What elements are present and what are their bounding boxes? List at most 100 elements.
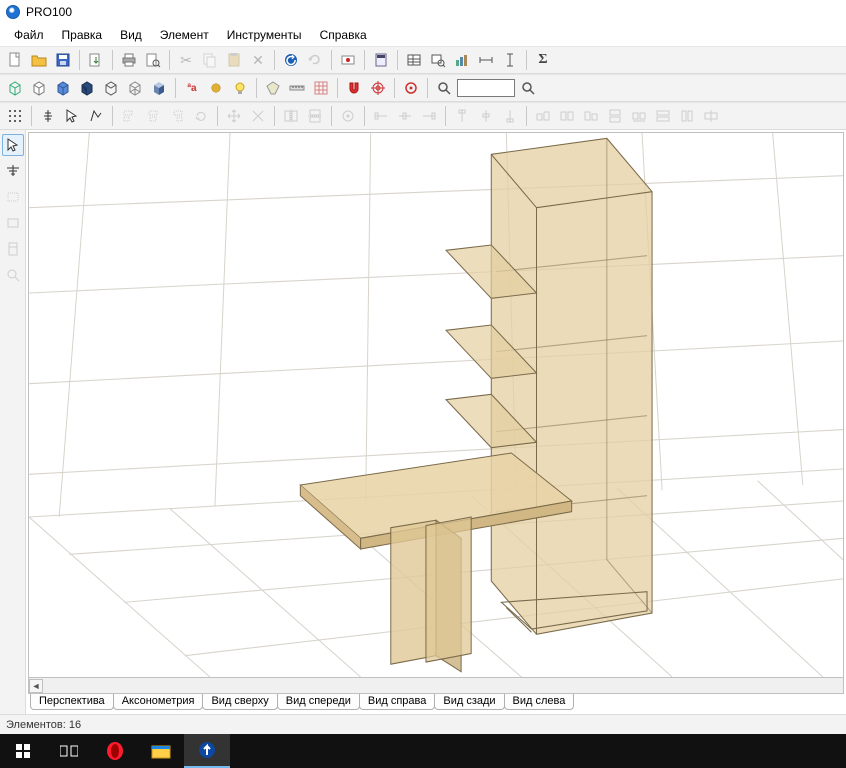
rect2-tool-icon[interactable] xyxy=(2,212,24,234)
mirror-h-icon[interactable] xyxy=(280,105,302,127)
snap-b3-icon[interactable] xyxy=(580,105,602,127)
magnifier2-icon[interactable] xyxy=(517,77,539,99)
ruler-icon[interactable] xyxy=(286,77,308,99)
distrib-h3-icon[interactable] xyxy=(418,105,440,127)
distrib-v1-icon[interactable] xyxy=(451,105,473,127)
table-icon[interactable] xyxy=(403,49,425,71)
panel-tool-icon[interactable] xyxy=(2,238,24,260)
sigma-icon[interactable]: Σ xyxy=(532,49,554,71)
wire-cube-icon[interactable] xyxy=(4,77,26,99)
tab-back-view[interactable]: Вид сзади xyxy=(434,694,504,710)
undo-icon[interactable] xyxy=(280,49,302,71)
distrib-v3-icon[interactable] xyxy=(499,105,521,127)
align-icon[interactable] xyxy=(37,105,59,127)
redo-icon[interactable] xyxy=(304,49,326,71)
snap-b1-icon[interactable] xyxy=(532,105,554,127)
align-right-icon[interactable] xyxy=(166,105,188,127)
horizontal-scrollbar[interactable]: ◄ xyxy=(28,678,844,694)
cut-icon[interactable]: ✂ xyxy=(175,49,197,71)
snap-grid-icon[interactable] xyxy=(4,105,26,127)
select-tool-icon[interactable] xyxy=(2,134,24,156)
rotate-icon[interactable] xyxy=(190,105,212,127)
new-file-icon[interactable] xyxy=(4,49,26,71)
rect-tool-icon[interactable] xyxy=(2,186,24,208)
taskbar-pro100-icon[interactable] xyxy=(184,734,230,768)
menu-help[interactable]: Справка xyxy=(312,26,375,44)
taskbar-opera-icon[interactable] xyxy=(92,734,138,768)
import-icon[interactable] xyxy=(85,49,107,71)
distrib-v2-icon[interactable] xyxy=(475,105,497,127)
grid-icon[interactable] xyxy=(310,77,332,99)
gold-dot-icon[interactable] xyxy=(205,77,227,99)
snap-b2-icon[interactable] xyxy=(556,105,578,127)
poly-icon[interactable] xyxy=(85,105,107,127)
menu-element[interactable]: Элемент xyxy=(152,26,217,44)
tag-icon[interactable] xyxy=(262,77,284,99)
bulb-icon[interactable] xyxy=(229,77,251,99)
paste-icon[interactable] xyxy=(223,49,245,71)
tab-axonometry[interactable]: Аксонометрия xyxy=(113,694,204,710)
circle-target-icon[interactable] xyxy=(400,77,422,99)
zoom-table-icon[interactable] xyxy=(427,49,449,71)
zoom-tool-icon[interactable] xyxy=(2,264,24,286)
menu-edit[interactable]: Правка xyxy=(54,26,111,44)
cube-outline-icon[interactable] xyxy=(28,77,50,99)
left-toolbar xyxy=(0,130,26,714)
viewport-3d[interactable] xyxy=(28,132,844,678)
menu-view[interactable]: Вид xyxy=(112,26,150,44)
task-view-button[interactable] xyxy=(46,734,92,768)
scroll-left-icon[interactable]: ◄ xyxy=(29,679,43,693)
search-input[interactable] xyxy=(457,79,515,97)
separator xyxy=(364,106,365,126)
tab-right-view[interactable]: Вид справа xyxy=(359,694,436,710)
print-icon[interactable] xyxy=(118,49,140,71)
separator xyxy=(274,106,275,126)
distrib-h2-icon[interactable] xyxy=(394,105,416,127)
taskbar-explorer-icon[interactable] xyxy=(138,734,184,768)
tab-top-view[interactable]: Вид сверху xyxy=(202,694,277,710)
move-diag-icon[interactable] xyxy=(247,105,269,127)
magnifier-icon[interactable] xyxy=(433,77,455,99)
align-left-icon[interactable] xyxy=(118,105,140,127)
cube-dark-icon[interactable] xyxy=(76,77,98,99)
target-icon[interactable] xyxy=(367,77,389,99)
separator xyxy=(331,106,332,126)
mirror-v-icon[interactable] xyxy=(304,105,326,127)
text-label-icon[interactable]: ªa xyxy=(181,77,203,99)
light-tool-icon[interactable] xyxy=(2,160,24,182)
snap-b6-icon[interactable] xyxy=(652,105,674,127)
tab-perspective[interactable]: Перспектива xyxy=(30,694,114,710)
arrow-cursor-icon[interactable] xyxy=(61,105,83,127)
save-icon[interactable] xyxy=(52,49,74,71)
copy-icon[interactable] xyxy=(199,49,221,71)
snap-b5-icon[interactable] xyxy=(628,105,650,127)
snap-b7-icon[interactable] xyxy=(676,105,698,127)
menu-file[interactable]: Файл xyxy=(6,26,52,44)
cube-wire2-icon[interactable] xyxy=(124,77,146,99)
move-cross-icon[interactable] xyxy=(223,105,245,127)
snap-b8-icon[interactable] xyxy=(700,105,722,127)
magnet-icon[interactable] xyxy=(343,77,365,99)
align-center-icon[interactable] xyxy=(142,105,164,127)
record-icon[interactable] xyxy=(337,49,359,71)
separator xyxy=(364,50,365,70)
menu-tools[interactable]: Инструменты xyxy=(219,26,310,44)
cube-open-icon[interactable] xyxy=(100,77,122,99)
dimension-h-icon[interactable] xyxy=(475,49,497,71)
separator xyxy=(331,50,332,70)
tab-left-view[interactable]: Вид слева xyxy=(504,694,575,710)
cube-shade-icon[interactable] xyxy=(148,77,170,99)
open-folder-icon[interactable] xyxy=(28,49,50,71)
status-label: Элементов: xyxy=(6,719,66,731)
snap-b4-icon[interactable] xyxy=(604,105,626,127)
dimension-v-icon[interactable] xyxy=(499,49,521,71)
print-preview-icon[interactable] xyxy=(142,49,164,71)
cube-blue-icon[interactable] xyxy=(52,77,74,99)
tab-front-view[interactable]: Вид спереди xyxy=(277,694,360,710)
calculator-icon[interactable] xyxy=(370,49,392,71)
flip-target-icon[interactable] xyxy=(337,105,359,127)
delete-icon[interactable]: ✕ xyxy=(247,49,269,71)
chart-icon[interactable] xyxy=(451,49,473,71)
start-button[interactable] xyxy=(0,734,46,768)
distrib-h1-icon[interactable] xyxy=(370,105,392,127)
